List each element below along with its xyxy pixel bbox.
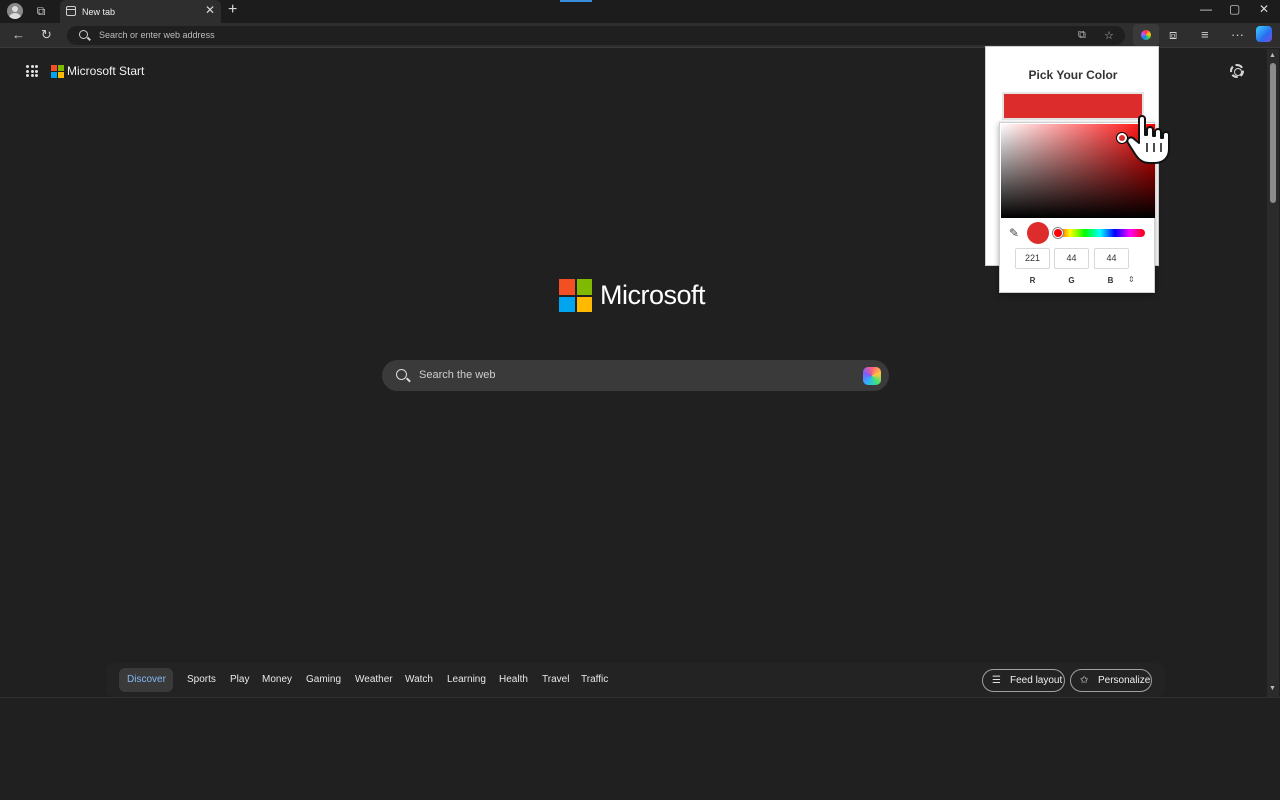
favorite-star-icon[interactable]: ☆ <box>1104 29 1114 42</box>
tab-money[interactable]: Money <box>262 674 292 685</box>
scroll-up-icon[interactable]: ▲ <box>1269 52 1276 59</box>
microsoft-hero-logo-icon <box>559 279 592 312</box>
new-tab-button[interactable]: + <box>228 1 237 19</box>
brand-link[interactable]: Microsoft Start <box>67 64 144 78</box>
search-icon <box>396 369 407 380</box>
tab-close-icon[interactable]: ✕ <box>205 3 215 17</box>
hand-cursor-icon <box>1126 115 1170 164</box>
settings-gear-icon[interactable] <box>1230 64 1244 78</box>
feed-layout-label: Feed layout <box>1010 675 1063 686</box>
hue-slider-handle[interactable] <box>1053 228 1063 238</box>
back-button[interactable]: ← <box>12 27 25 42</box>
navigation-bar: ← ↻ Search or enter web address ⧉ ☆ ⧈ ≡ … <box>0 23 1280 48</box>
address-bar[interactable]: Search or enter web address ⧉ ☆ <box>67 26 1125 45</box>
picker-title: Pick Your Color <box>1028 68 1118 82</box>
tab-traffic[interactable]: Traffic <box>581 674 608 685</box>
drag-indicator <box>560 0 592 2</box>
feed-layout-button[interactable]: ☰ Feed layout <box>982 669 1065 692</box>
hue-slider[interactable] <box>1053 228 1145 238</box>
red-label: R <box>1029 276 1036 285</box>
web-search-input[interactable]: Search the web <box>382 360 889 391</box>
copilot-icon[interactable] <box>1256 26 1272 42</box>
more-options-icon[interactable]: ··· <box>1231 27 1244 42</box>
tab-travel[interactable]: Travel <box>542 674 569 685</box>
tab-new-tab[interactable]: New tab ✕ <box>60 0 221 23</box>
feed-nav-bar: Discover Sports Play Money Gaming Weathe… <box>106 663 1165 697</box>
tab-learning[interactable]: Learning <box>447 674 486 685</box>
tab-discover[interactable]: Discover <box>119 668 173 692</box>
scroll-thumb[interactable] <box>1270 63 1276 203</box>
tab-watch[interactable]: Watch <box>405 674 433 685</box>
tab-weather[interactable]: Weather <box>355 674 393 685</box>
refresh-button[interactable]: ↻ <box>41 27 52 43</box>
copilot-search-icon[interactable] <box>863 367 881 385</box>
page-bottom-area <box>0 697 1280 800</box>
favorites-icon[interactable]: ≡ <box>1201 27 1209 42</box>
color-picker-extension-button[interactable] <box>1133 24 1159 46</box>
tab-play[interactable]: Play <box>230 674 249 685</box>
selected-color-swatch[interactable] <box>1002 92 1144 120</box>
green-input[interactable]: 44 <box>1054 248 1089 269</box>
blue-input[interactable]: 44 <box>1094 248 1129 269</box>
tab-health[interactable]: Health <box>499 674 528 685</box>
personalize-button[interactable]: ✩ Personalize <box>1070 669 1152 692</box>
color-preview-dot <box>1027 222 1049 244</box>
page-scrollbar[interactable]: ▲ ▼ <box>1267 49 1279 697</box>
window-close-button[interactable]: ✕ <box>1259 2 1269 16</box>
microsoft-logo-icon <box>51 65 64 78</box>
search-placeholder: Search the web <box>419 369 496 381</box>
minimize-button[interactable]: — <box>1200 2 1212 16</box>
title-bar: ⧉ New tab ✕ + — ▢ ✕ <box>0 0 1280 23</box>
tab-sports[interactable]: Sports <box>187 674 216 685</box>
immersive-reader-icon[interactable]: ⧉ <box>1078 29 1086 42</box>
apps-grid-icon[interactable] <box>26 65 38 77</box>
address-placeholder: Search or enter web address <box>99 30 215 40</box>
personalize-label: Personalize <box>1098 675 1151 686</box>
color-wheel-icon <box>1141 30 1151 40</box>
workspaces-icon[interactable]: ⧉ <box>32 3 50 20</box>
green-label: G <box>1068 276 1075 285</box>
tab-page-icon <box>66 6 76 16</box>
tab-gaming[interactable]: Gaming <box>306 674 341 685</box>
tab-discover-label: Discover <box>127 674 166 685</box>
extensions-icon[interactable]: ⧈ <box>1169 27 1177 43</box>
restore-button[interactable]: ▢ <box>1229 2 1240 16</box>
red-input[interactable]: 221 <box>1015 248 1050 269</box>
scroll-down-icon[interactable]: ▼ <box>1269 685 1276 692</box>
tab-title: New tab <box>82 6 116 17</box>
sparkle-star-icon: ✩ <box>1080 675 1089 686</box>
color-mode-toggle-icon[interactable]: ⇕ <box>1128 275 1135 284</box>
blue-label: B <box>1107 276 1114 285</box>
search-icon <box>79 30 88 39</box>
sliders-icon: ☰ <box>992 675 1001 686</box>
profile-avatar-icon[interactable] <box>7 3 23 19</box>
hero-wordmark: Microsoft <box>600 280 706 310</box>
eyedropper-icon[interactable]: ✎ <box>1009 226 1019 240</box>
